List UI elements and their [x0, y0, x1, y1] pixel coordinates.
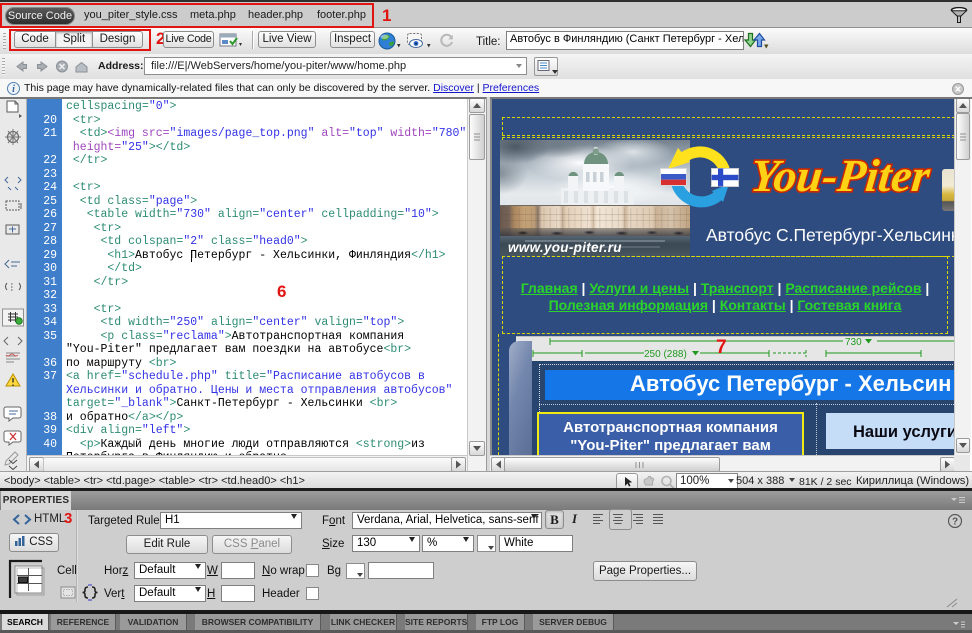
svg-text:730: 730: [845, 337, 862, 348]
svg-text:You-Piter: You-Piter: [748, 150, 933, 201]
svg-text:i: i: [12, 84, 15, 95]
svg-text:250 (288): 250 (288): [644, 349, 687, 360]
svg-text:?: ?: [952, 517, 958, 528]
